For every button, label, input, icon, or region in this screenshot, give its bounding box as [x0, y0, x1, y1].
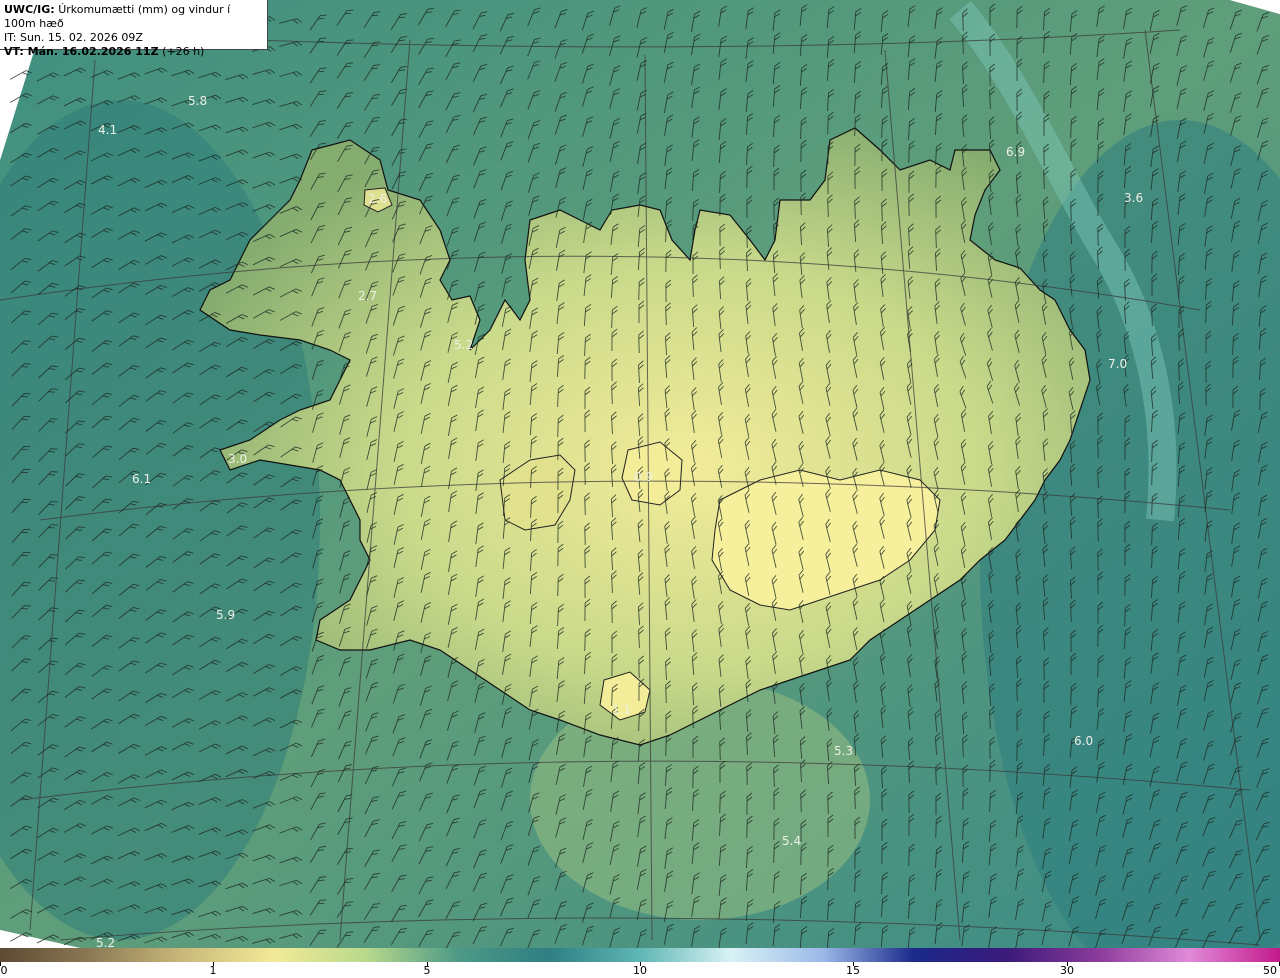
precipitation-map[interactable]: 5.8 4.1 2.6 2.7 5.2 3.0 6.1 5.9 0.9 6.9 … — [0, 0, 1280, 948]
value-label: 3.0 — [228, 452, 247, 466]
value-label: 5.3 — [834, 744, 853, 758]
title-line: UWC/IG: Úrkomumætti (mm) og vindur í 100… — [4, 3, 263, 31]
valid-time-line: VT: Mán. 16.02.2026 11Z (+26 h) — [4, 45, 263, 59]
colorbar — [0, 948, 1280, 962]
colorbar-legend: 0 1 5 10 15 30 50 — [0, 948, 1280, 978]
legend-label: 5 — [423, 964, 431, 977]
value-label: 1.1 — [612, 703, 631, 717]
value-label: 5.2 — [454, 338, 473, 352]
forecast-offset: (+26 h) — [162, 45, 205, 58]
legend-label: 0 — [0, 964, 8, 977]
value-label: 6.1 — [132, 472, 151, 486]
legend-label: 30 — [1060, 964, 1074, 977]
legend-label: 10 — [633, 964, 647, 977]
value-label: 7.0 — [1108, 357, 1127, 371]
value-label: 6.0 — [1074, 734, 1093, 748]
value-label: 5.4 — [782, 834, 801, 848]
legend-label: 1 — [209, 964, 217, 977]
value-label: 5.8 — [188, 94, 207, 108]
value-label: 4.1 — [98, 123, 117, 137]
value-label: 0.9 — [634, 470, 653, 484]
value-label: 2.6 — [368, 192, 387, 206]
init-time: IT: Sun. 15. 02. 2026 09Z — [4, 31, 143, 44]
value-label: 2.7 — [358, 289, 377, 303]
valid-time: VT: Mán. 16.02.2026 11Z — [4, 45, 159, 58]
legend-label: 15 — [846, 964, 860, 977]
value-label: 5.9 — [216, 608, 235, 622]
map-canvas: 5.8 4.1 2.6 2.7 5.2 3.0 6.1 5.9 0.9 6.9 … — [0, 0, 1280, 948]
map-info-box: UWC/IG: Úrkomumætti (mm) og vindur í 100… — [0, 0, 268, 58]
value-label: 6.9 — [1006, 145, 1025, 159]
value-label: 5.2 — [96, 936, 115, 948]
legend-label: 50 — [1263, 964, 1277, 977]
model-name: UWC/IG: — [4, 3, 55, 16]
value-label: 3.6 — [1124, 191, 1143, 205]
